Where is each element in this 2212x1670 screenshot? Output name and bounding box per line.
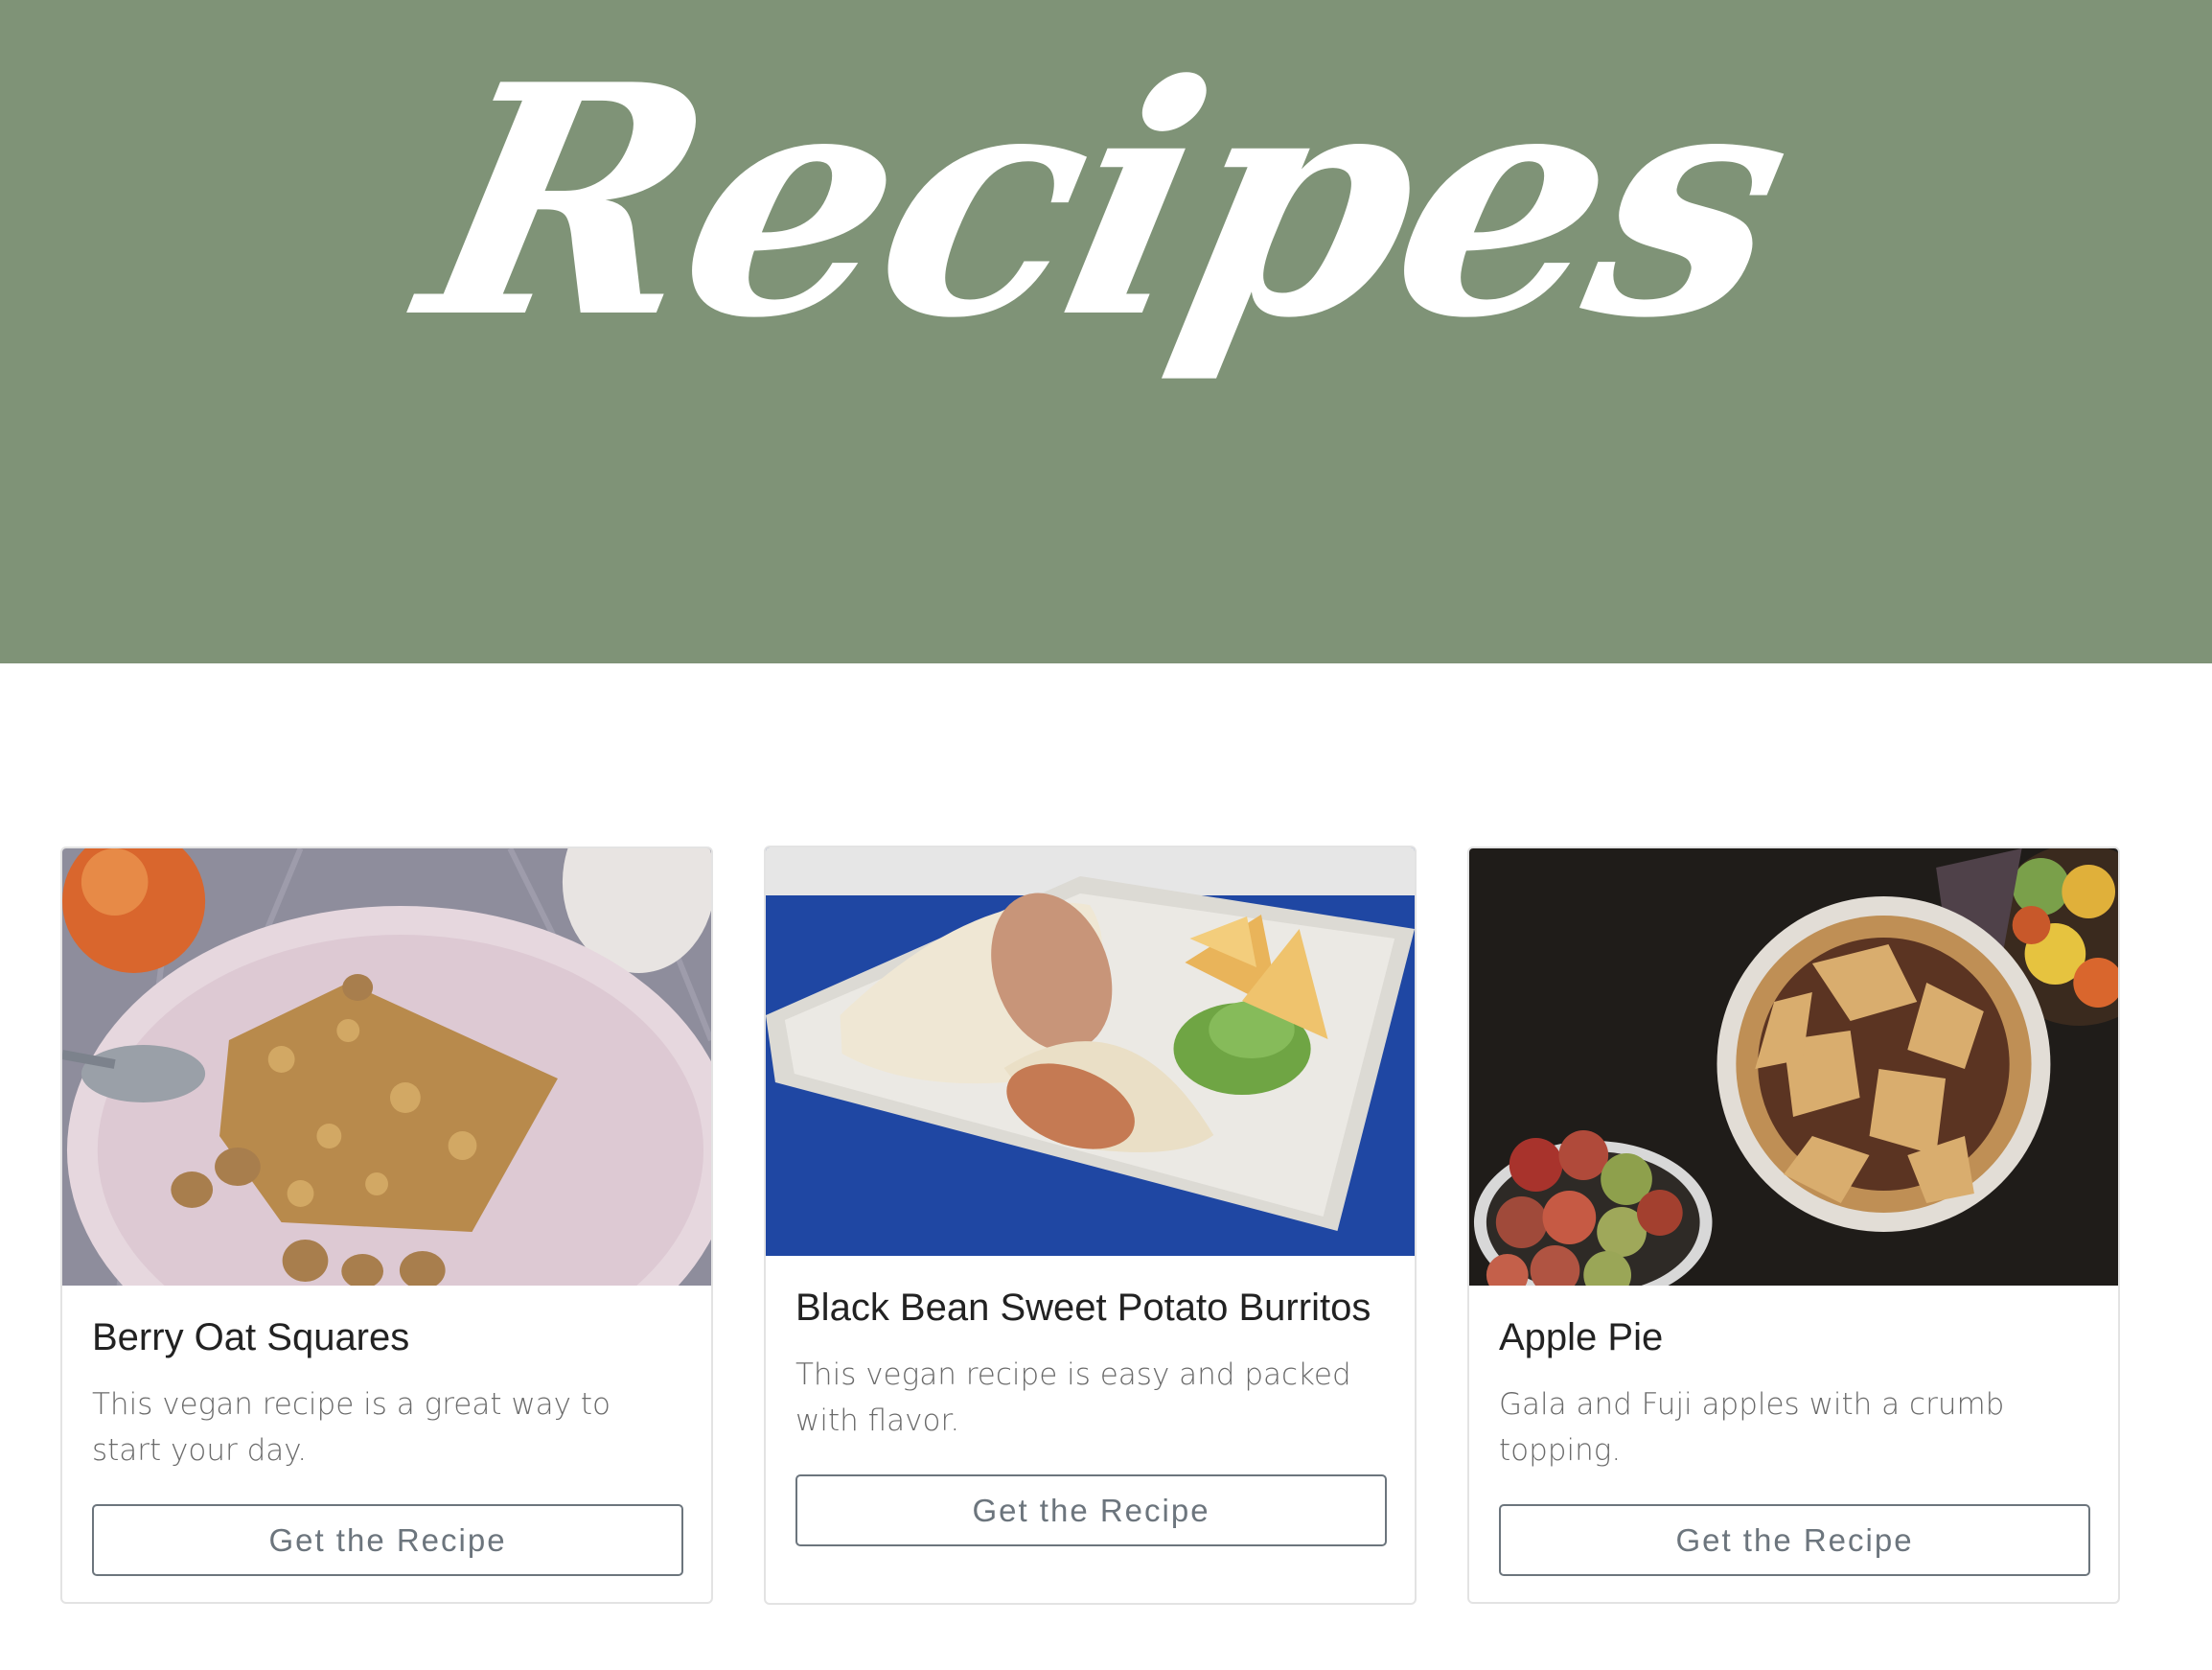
card-title: Apple Pie [1499, 1316, 1664, 1358]
recipe-card-black-bean-burritos: Black Bean Sweet Potato Burritos This ve… [764, 846, 1417, 1605]
get-the-recipe-button[interactable]: Get the Recipe [1499, 1504, 2090, 1576]
page-title: Recipes [398, 15, 1814, 387]
recipe-card-apple-pie: Apple Pie Gala and Fuji apples with a cr… [1467, 847, 2120, 1604]
burrito-photo [766, 847, 1415, 1256]
card-description: This vegan recipe is a great way to star… [92, 1387, 611, 1468]
card-description: Gala and Fuji apples with a crumb toppin… [1499, 1387, 2005, 1468]
card-title: Black Bean Sweet Potato Burritos [795, 1287, 1371, 1329]
apple-pie-photo [1469, 848, 2118, 1286]
berry-oat-squares-photo [62, 848, 711, 1286]
card-description: This vegan recipe is easy and packed wit… [795, 1357, 1351, 1438]
get-the-recipe-button[interactable]: Get the Recipe [92, 1504, 683, 1576]
card-title: Berry Oat Squares [92, 1316, 410, 1358]
recipe-card-berry-oat-squares: Berry Oat Squares This vegan recipe is a… [60, 847, 713, 1604]
get-the-recipe-button[interactable]: Get the Recipe [795, 1474, 1387, 1546]
hero-banner: Recipes [0, 0, 2212, 663]
